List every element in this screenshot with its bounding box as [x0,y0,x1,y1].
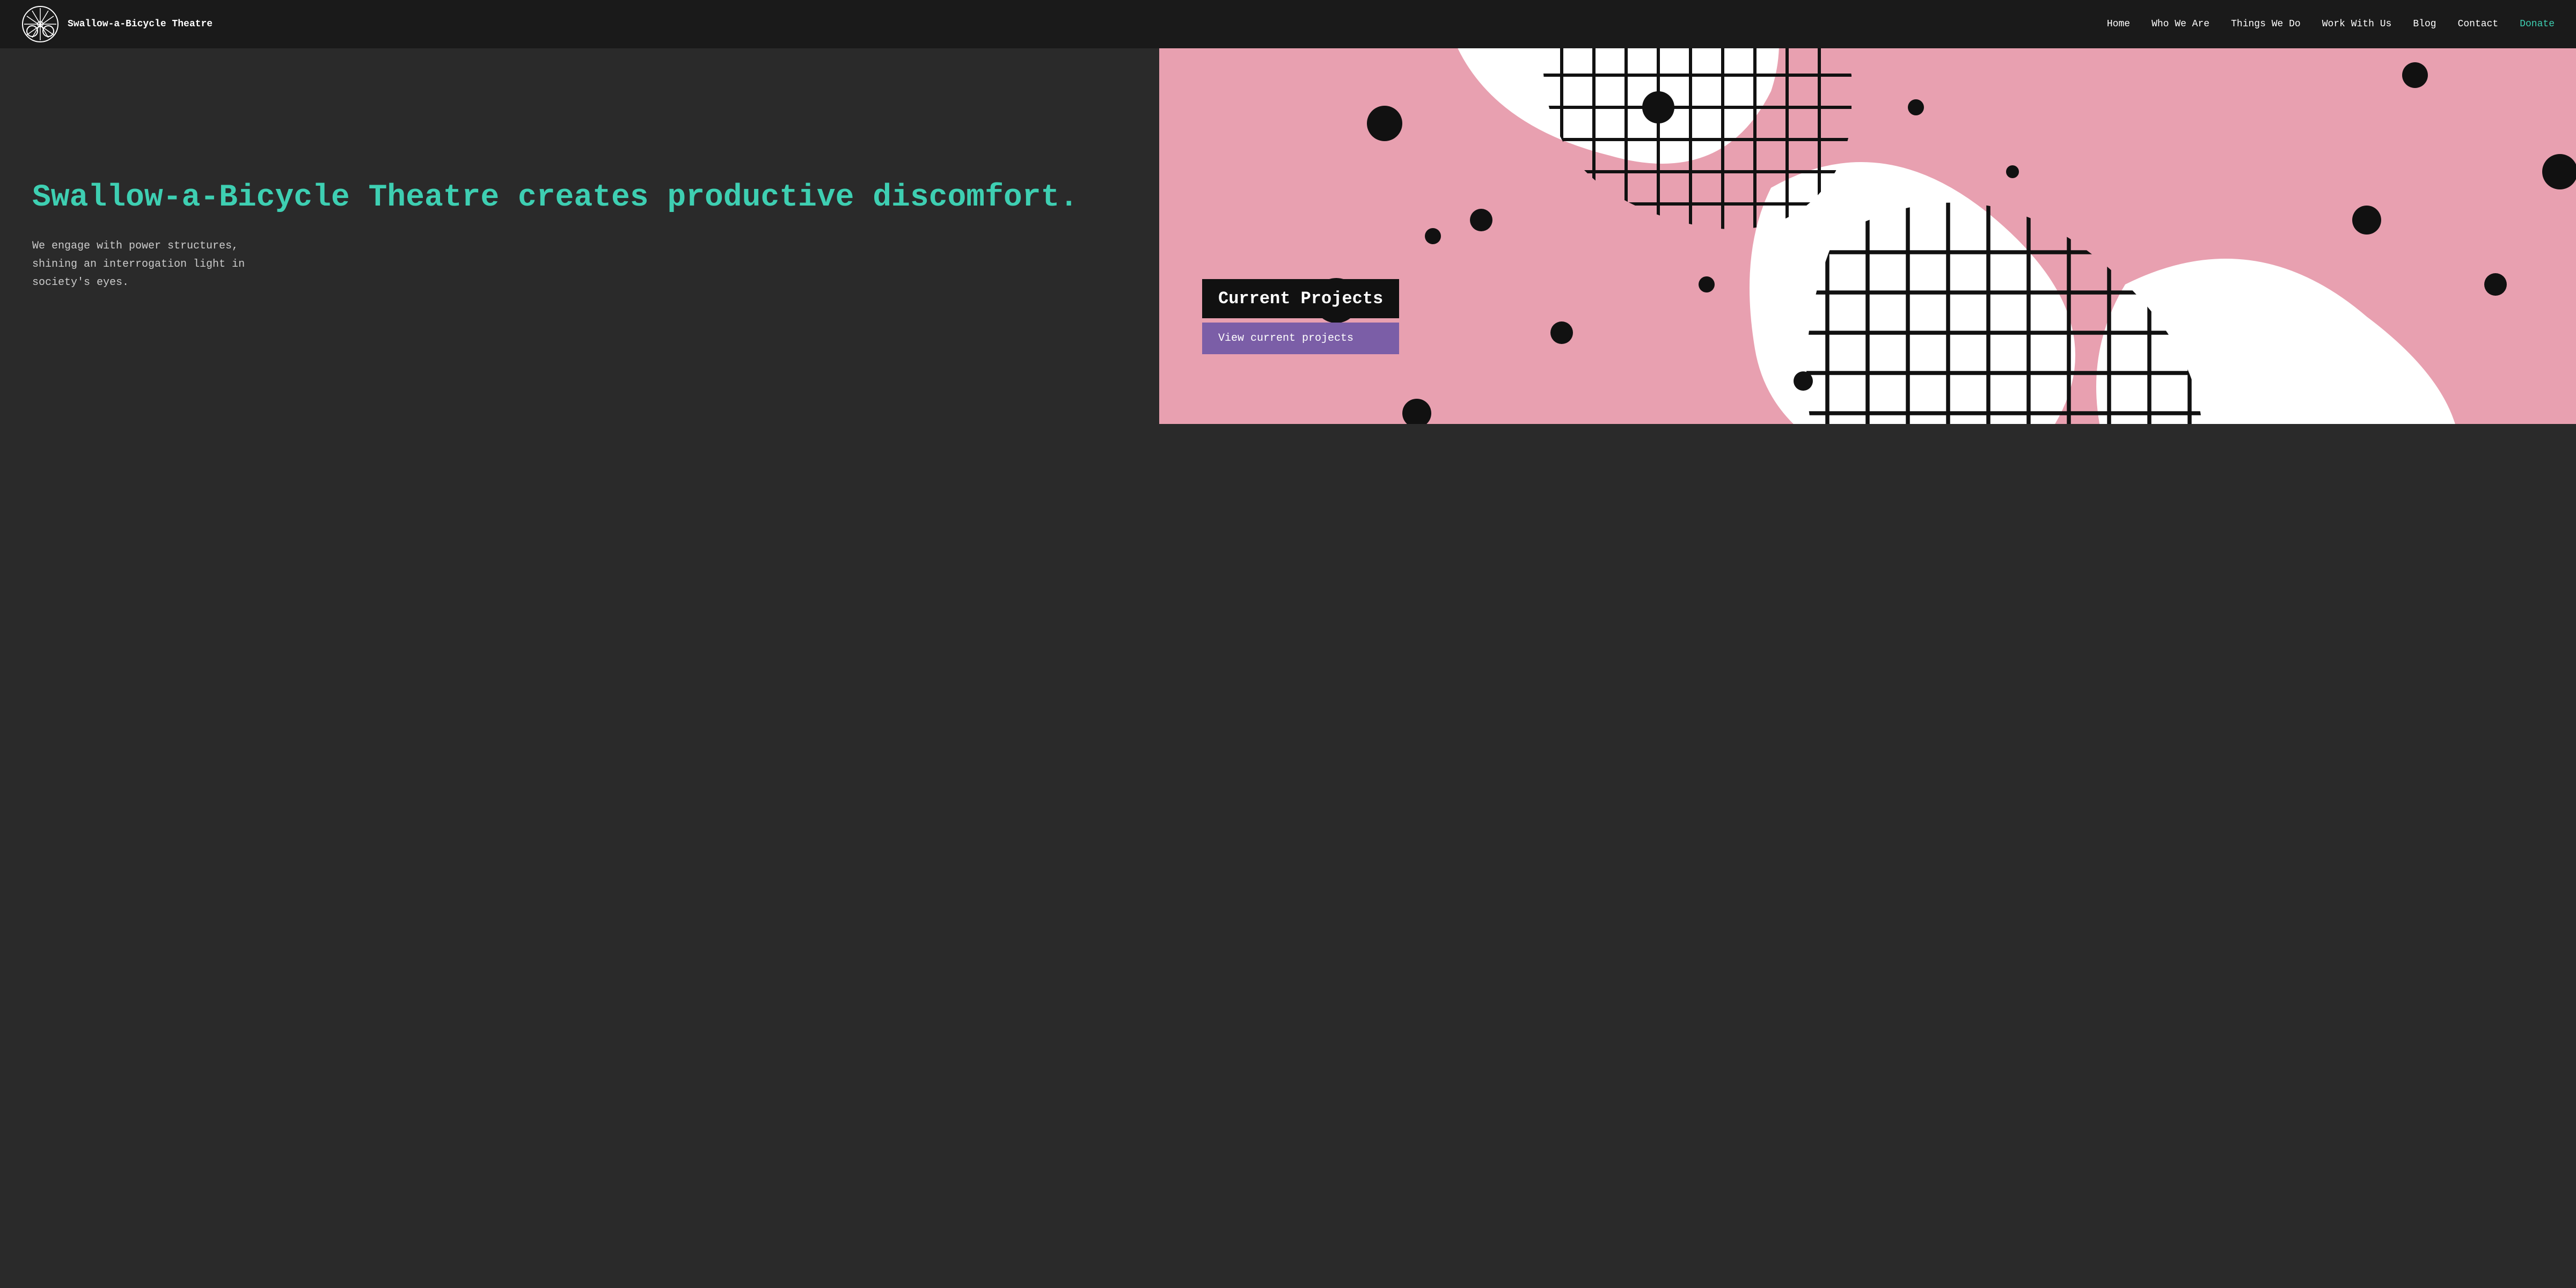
nav-logo[interactable]: Swallow-a-Bicycle Theatre [21,5,213,43]
navbar: Swallow-a-Bicycle Theatre Home Who We Ar… [0,0,2576,48]
hero-right-panel: Current Projects View current projects [1159,48,2576,424]
hero-subtitle: We engage with power structures, shining… [32,237,290,292]
nav-who-we-are[interactable]: Who We Are [2151,19,2209,30]
logo-text: Swallow-a-Bicycle Theatre [68,19,213,30]
hero-artwork [1159,48,2576,424]
view-current-projects-button[interactable]: View current projects [1202,323,1399,354]
logo-icon [21,5,59,43]
hero-left-panel: Swallow-a-Bicycle Theatre creates produc… [0,48,1159,424]
nav-donate[interactable]: Donate [2520,19,2555,30]
nav-links: Home Who We Are Things We Do Work With U… [2107,19,2555,30]
nav-home[interactable]: Home [2107,19,2130,30]
current-projects-label: Current Projects [1202,279,1399,318]
nav-work-with-us[interactable]: Work With Us [2322,19,2392,30]
nav-contact[interactable]: Contact [2458,19,2499,30]
current-projects-overlay: Current Projects View current projects [1202,279,1399,354]
hero-section: Swallow-a-Bicycle Theatre creates produc… [0,48,2576,424]
nav-blog[interactable]: Blog [2413,19,2436,30]
nav-things-we-do[interactable]: Things We Do [2231,19,2301,30]
hero-title: Swallow-a-Bicycle Theatre creates produc… [32,180,1127,216]
